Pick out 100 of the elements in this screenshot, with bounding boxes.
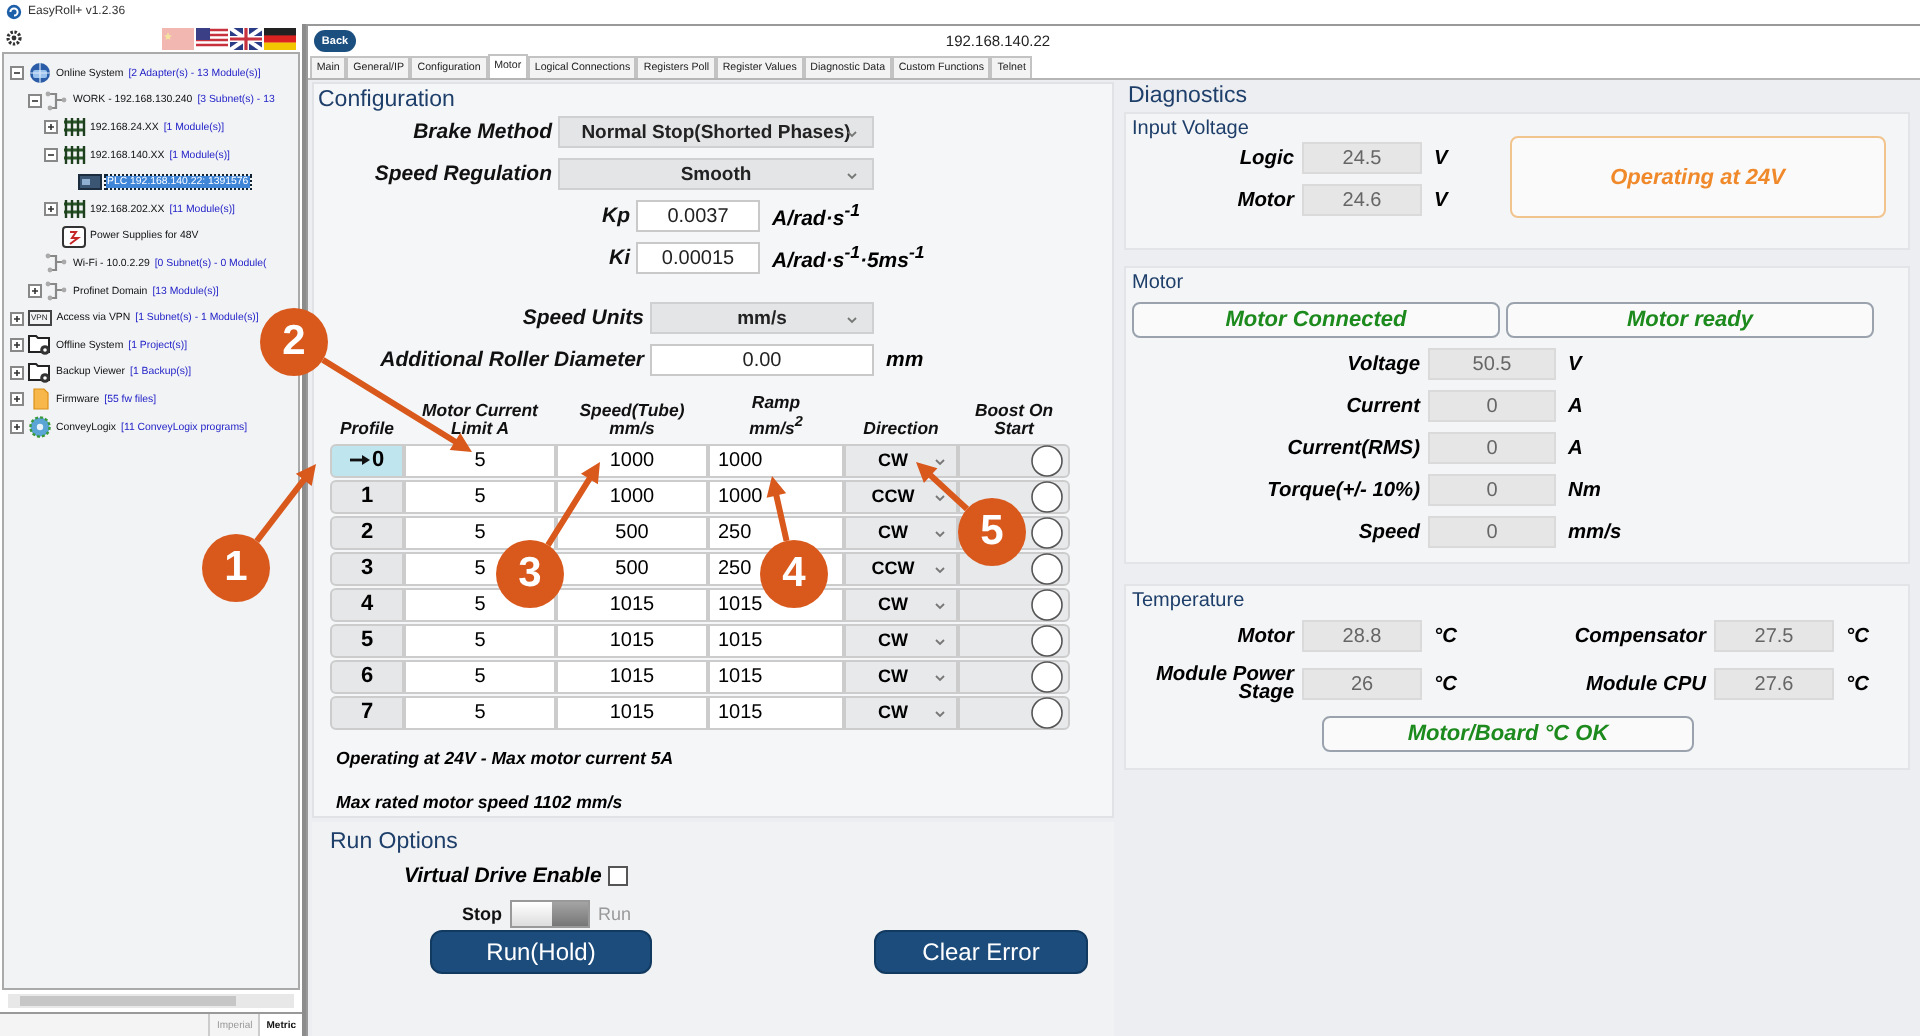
expand-icon[interactable] bbox=[10, 420, 24, 435]
chevron-down-icon bbox=[934, 637, 946, 646]
unit-label: mm bbox=[886, 348, 924, 372]
status-box: Operating at 24V bbox=[1509, 136, 1886, 218]
direction-dropdown[interactable]: CW bbox=[844, 587, 958, 622]
reading-label: Voltage bbox=[1345, 355, 1422, 373]
input-field[interactable]: 0.0037 bbox=[636, 200, 760, 232]
reading-label: Current bbox=[1344, 397, 1423, 415]
direction-dropdown[interactable]: CW bbox=[844, 695, 958, 730]
dropdown[interactable]: Smooth bbox=[558, 158, 874, 190]
callout-arrow bbox=[766, 476, 790, 542]
table-cell: 1015 bbox=[708, 695, 844, 730]
direction-dropdown[interactable]: CW bbox=[844, 623, 958, 658]
radio-button[interactable] bbox=[1030, 695, 1064, 730]
field-label: Brake Method bbox=[411, 120, 555, 144]
reading-field: 0 bbox=[1428, 516, 1556, 548]
scrollbar[interactable] bbox=[8, 994, 294, 1008]
direction-dropdown[interactable]: CW bbox=[844, 443, 958, 478]
expand-icon[interactable] bbox=[10, 365, 24, 380]
collapse-icon[interactable] bbox=[44, 148, 58, 163]
table-cell: 1000 bbox=[556, 479, 708, 514]
table-cell: 5 bbox=[404, 695, 556, 730]
direction-dropdown[interactable]: CCW bbox=[844, 551, 958, 586]
reading-field: 28.8 bbox=[1302, 620, 1422, 652]
dropdown[interactable]: mm/s bbox=[650, 302, 874, 334]
expand-icon[interactable] bbox=[10, 338, 24, 353]
action-button[interactable]: Clear Error bbox=[874, 930, 1088, 974]
reading-field: 0 bbox=[1428, 474, 1556, 506]
section-title: Diagnostics bbox=[1126, 82, 1249, 112]
radio-button[interactable] bbox=[1030, 587, 1064, 622]
input-field[interactable]: 0.00015 bbox=[636, 242, 760, 274]
reading-field: 24.5 bbox=[1302, 142, 1422, 174]
reading-label: Module CPU bbox=[1584, 675, 1709, 693]
chevron-down-icon bbox=[934, 601, 946, 610]
radio-button[interactable] bbox=[1030, 479, 1064, 514]
radio-button[interactable] bbox=[1030, 551, 1064, 586]
expand-icon[interactable] bbox=[10, 311, 24, 326]
input-field[interactable]: 0.00 bbox=[650, 344, 874, 376]
unit-label: A/rad·s$^{-1}$·5ms$^{-1}$ bbox=[772, 242, 925, 274]
action-button[interactable]: Run(Hold) bbox=[430, 930, 652, 974]
column-header: Boost On Start bbox=[974, 401, 1054, 438]
flag-icon bbox=[162, 27, 194, 49]
expand-icon[interactable] bbox=[44, 202, 58, 217]
globe-icon bbox=[27, 62, 51, 85]
expand-icon[interactable] bbox=[10, 392, 24, 407]
table-cell: 500 bbox=[556, 551, 708, 586]
profile-cell[interactable]: 0 bbox=[330, 443, 404, 478]
checkbox[interactable] bbox=[607, 866, 628, 886]
unit-label: V bbox=[1434, 189, 1448, 211]
profile-cell[interactable]: 3 bbox=[330, 551, 404, 586]
direction-dropdown[interactable]: CCW bbox=[844, 479, 958, 514]
field-label: Speed Units bbox=[520, 306, 646, 330]
section-title: Temperature bbox=[1132, 588, 1247, 616]
unit-label: A/rad·s$^{-1}$ bbox=[772, 200, 860, 232]
checkbox-label: Virtual Drive Enable bbox=[404, 864, 602, 888]
collapse-icon[interactable] bbox=[10, 66, 24, 81]
radio-button[interactable] bbox=[1030, 443, 1064, 478]
folder-gear-icon bbox=[27, 361, 51, 384]
status-indicator: Motor Connected bbox=[1132, 302, 1500, 338]
settings-icon bbox=[6, 30, 22, 46]
direction-dropdown[interactable]: CW bbox=[844, 515, 958, 550]
table-cell: 1000 bbox=[556, 443, 708, 478]
switch-icon bbox=[61, 144, 85, 167]
profile-cell[interactable]: 5 bbox=[330, 623, 404, 658]
profile-cell[interactable]: 1 bbox=[330, 479, 404, 514]
unit-label: A bbox=[1568, 395, 1583, 417]
unit-label: A bbox=[1568, 437, 1583, 459]
radio-button[interactable] bbox=[1030, 623, 1064, 658]
reading-label: Speed bbox=[1356, 523, 1423, 541]
file-icon bbox=[27, 388, 51, 411]
section-title: Input Voltage bbox=[1132, 116, 1251, 144]
radio-button[interactable] bbox=[1030, 515, 1064, 550]
profile-cell[interactable]: 2 bbox=[330, 515, 404, 550]
switch-label: Stop bbox=[462, 904, 502, 924]
switch-label: Run bbox=[598, 904, 632, 924]
reading-field: 26 bbox=[1302, 668, 1422, 700]
profile-cell[interactable]: 6 bbox=[330, 659, 404, 694]
profile-cell[interactable]: 7 bbox=[330, 695, 404, 730]
dropdown[interactable]: Normal Stop(Shorted Phases) bbox=[558, 116, 874, 148]
direction-dropdown[interactable]: CW bbox=[844, 659, 958, 694]
reading-field: 50.5 bbox=[1428, 348, 1556, 380]
profile-cell[interactable]: 4 bbox=[330, 587, 404, 622]
folder-gear-icon bbox=[27, 334, 51, 357]
run-stop-toggle[interactable] bbox=[510, 900, 590, 928]
table-cell: 1015 bbox=[556, 695, 708, 730]
chevron-down-icon bbox=[846, 172, 858, 180]
arrow-right-icon bbox=[349, 454, 370, 467]
expand-icon[interactable] bbox=[27, 284, 41, 299]
collapse-icon[interactable] bbox=[27, 93, 41, 108]
network-icon bbox=[44, 280, 68, 303]
expand-icon[interactable] bbox=[44, 120, 58, 135]
chevron-down-icon bbox=[934, 565, 946, 574]
scrollbar-thumb[interactable] bbox=[20, 996, 236, 1006]
reading-field: 0 bbox=[1428, 432, 1556, 464]
radio-button[interactable] bbox=[1030, 659, 1064, 694]
reading-field: 24.6 bbox=[1302, 184, 1422, 216]
unit-label: Nm bbox=[1568, 479, 1601, 501]
reading-label: Motor bbox=[1235, 627, 1297, 645]
table-cell: 500 bbox=[556, 515, 708, 550]
unit-label: V bbox=[1434, 147, 1448, 169]
